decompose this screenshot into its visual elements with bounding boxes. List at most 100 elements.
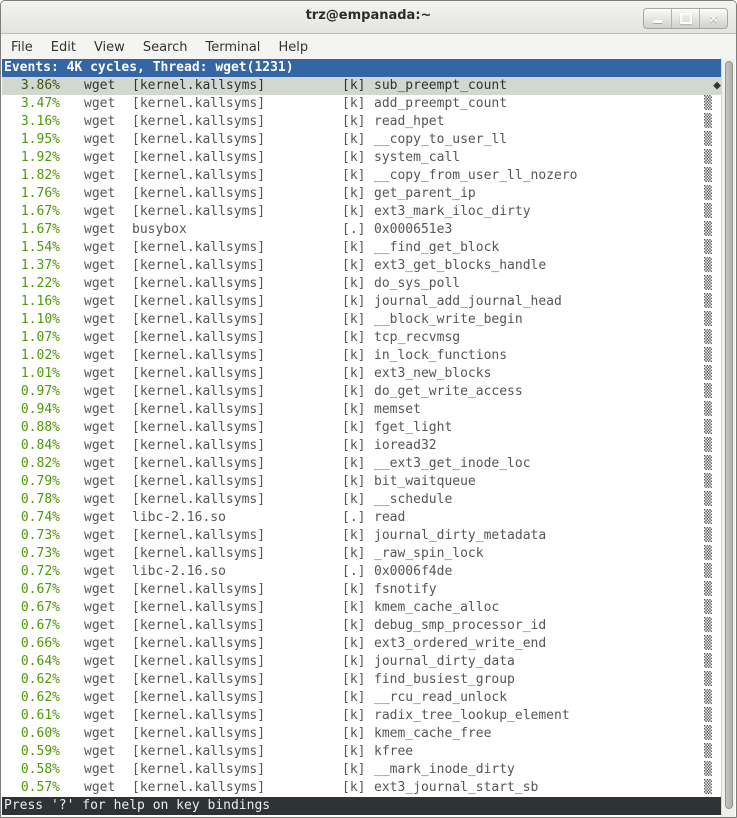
title-bar[interactable]: trz@empanada:~ ✕ xyxy=(1,1,736,34)
table-row[interactable]: 3.16% wget [kernel.kallsyms] [k] read_hp… xyxy=(2,113,721,131)
symbol-cell: ext3_ordered_write_end xyxy=(374,635,704,653)
table-row[interactable]: 1.01% wget [kernel.kallsyms] [k] ext3_ne… xyxy=(2,365,721,383)
table-row[interactable]: 1.76% wget [kernel.kallsyms] [k] get_par… xyxy=(2,185,721,203)
table-row[interactable]: 1.82% wget [kernel.kallsyms] [k] __copy_… xyxy=(2,167,721,185)
table-row[interactable]: 0.73% wget [kernel.kallsyms] [k] _raw_sp… xyxy=(2,545,721,563)
table-row[interactable]: 0.59% wget [kernel.kallsyms] [k] kfree ▒ xyxy=(2,743,721,761)
table-row[interactable]: 1.67% wget busybox [.] 0x000651e3 ▒ xyxy=(2,221,721,239)
command-cell: wget xyxy=(84,563,132,581)
menu-item-terminal[interactable]: Terminal xyxy=(196,36,269,59)
command-cell: wget xyxy=(84,365,132,383)
table-row[interactable]: 1.67% wget [kernel.kallsyms] [k] ext3_ma… xyxy=(2,203,721,221)
table-row[interactable]: 0.72% wget libc-2.16.so [.] 0x0006f4de ▒ xyxy=(2,563,721,581)
table-row[interactable]: 0.67% wget [kernel.kallsyms] [k] kmem_ca… xyxy=(2,599,721,617)
table-row[interactable]: 0.66% wget [kernel.kallsyms] [k] ext3_or… xyxy=(2,635,721,653)
symbol-cell: _raw_spin_lock xyxy=(374,545,704,563)
overhead-cell: 0.67% xyxy=(4,617,60,635)
symbol-cell: journal_add_journal_head xyxy=(374,293,704,311)
shared-object-cell: [kernel.kallsyms] xyxy=(132,581,342,599)
table-row[interactable]: 0.67% wget [kernel.kallsyms] [k] fsnotif… xyxy=(2,581,721,599)
table-row[interactable]: 0.62% wget [kernel.kallsyms] [k] __rcu_r… xyxy=(2,689,721,707)
overhead-cell: 1.10% xyxy=(4,311,60,329)
shared-object-cell: [kernel.kallsyms] xyxy=(132,779,342,797)
scrollbar-thumb[interactable] xyxy=(725,61,733,809)
table-row[interactable]: 0.57% wget [kernel.kallsyms] [k] ext3_jo… xyxy=(2,779,721,797)
table-row[interactable]: 3.86% wget [kernel.kallsyms] [k] sub_pre… xyxy=(2,77,721,95)
command-cell: wget xyxy=(84,167,132,185)
command-cell: wget xyxy=(84,635,132,653)
symbol-mode-cell: [k] xyxy=(342,635,374,653)
command-cell: wget xyxy=(84,725,132,743)
menu-item-edit[interactable]: Edit xyxy=(42,36,85,59)
symbol-mode-cell: [k] xyxy=(342,743,374,761)
overhead-cell: 1.67% xyxy=(4,221,60,239)
symbol-mode-cell: [k] xyxy=(342,167,374,185)
command-cell: wget xyxy=(84,257,132,275)
shared-object-cell: [kernel.kallsyms] xyxy=(132,761,342,779)
overhead-cell: 0.82% xyxy=(4,455,60,473)
table-row[interactable]: 0.97% wget [kernel.kallsyms] [k] do_get_… xyxy=(2,383,721,401)
table-row[interactable]: 3.47% wget [kernel.kallsyms] [k] add_pre… xyxy=(2,95,721,113)
menu-item-search[interactable]: Search xyxy=(134,36,197,59)
tui-scrollbar-cell: ▒ xyxy=(704,383,721,401)
table-row[interactable]: 1.22% wget [kernel.kallsyms] [k] do_sys_… xyxy=(2,275,721,293)
table-row[interactable]: 1.92% wget [kernel.kallsyms] [k] system_… xyxy=(2,149,721,167)
table-row[interactable]: 0.79% wget [kernel.kallsyms] [k] bit_wai… xyxy=(2,473,721,491)
tui-scrollbar-cell: ▒ xyxy=(704,563,721,581)
table-row[interactable]: 0.67% wget [kernel.kallsyms] [k] debug_s… xyxy=(2,617,721,635)
table-row[interactable]: 0.60% wget [kernel.kallsyms] [k] kmem_ca… xyxy=(2,725,721,743)
tui-scrollbar-cell: ▒ xyxy=(704,581,721,599)
table-row[interactable]: 1.10% wget [kernel.kallsyms] [k] __block… xyxy=(2,311,721,329)
menu-item-file[interactable]: File xyxy=(2,36,42,59)
command-cell: wget xyxy=(84,113,132,131)
table-row[interactable]: 1.54% wget [kernel.kallsyms] [k] __find_… xyxy=(2,239,721,257)
minimize-button[interactable] xyxy=(644,9,671,28)
tui-scrollbar-cell: ◆ xyxy=(704,77,721,95)
shared-object-cell: busybox xyxy=(132,221,342,239)
table-row[interactable]: 1.16% wget [kernel.kallsyms] [k] journal… xyxy=(2,293,721,311)
table-row[interactable]: 1.37% wget [kernel.kallsyms] [k] ext3_ge… xyxy=(2,257,721,275)
shared-object-cell: [kernel.kallsyms] xyxy=(132,743,342,761)
table-row[interactable]: 1.95% wget [kernel.kallsyms] [k] __copy_… xyxy=(2,131,721,149)
table-row[interactable]: 1.07% wget [kernel.kallsyms] [k] tcp_rec… xyxy=(2,329,721,347)
command-cell: wget xyxy=(84,95,132,113)
table-row[interactable]: 0.94% wget [kernel.kallsyms] [k] memset … xyxy=(2,401,721,419)
menu-item-view[interactable]: View xyxy=(85,36,134,59)
overhead-cell: 1.02% xyxy=(4,347,60,365)
menu-bar: FileEditViewSearchTerminalHelp xyxy=(1,34,736,60)
table-row[interactable]: 0.73% wget [kernel.kallsyms] [k] journal… xyxy=(2,527,721,545)
tui-scrollbar-cell: ▒ xyxy=(704,635,721,653)
symbol-cell: __ext3_get_inode_loc xyxy=(374,455,704,473)
table-row[interactable]: 0.78% wget [kernel.kallsyms] [k] __sched… xyxy=(2,491,721,509)
symbol-cell: fget_light xyxy=(374,419,704,437)
symbol-cell: ext3_get_blocks_handle xyxy=(374,257,704,275)
menu-item-help[interactable]: Help xyxy=(269,36,317,59)
table-row[interactable]: 0.62% wget [kernel.kallsyms] [k] find_bu… xyxy=(2,671,721,689)
table-row[interactable]: 0.74% wget libc-2.16.so [.] read ▒ xyxy=(2,509,721,527)
symbol-mode-cell: [k] xyxy=(342,383,374,401)
table-row[interactable]: 0.58% wget [kernel.kallsyms] [k] __mark_… xyxy=(2,761,721,779)
table-row[interactable]: 1.02% wget [kernel.kallsyms] [k] in_lock… xyxy=(2,347,721,365)
close-button[interactable]: ✕ xyxy=(699,9,727,28)
table-row[interactable]: 0.82% wget [kernel.kallsyms] [k] __ext3_… xyxy=(2,455,721,473)
symbol-mode-cell: [k] xyxy=(342,131,374,149)
tui-scrollbar-cell: ▒ xyxy=(704,365,721,383)
command-cell: wget xyxy=(84,743,132,761)
overhead-cell: 0.64% xyxy=(4,653,60,671)
overhead-cell: 3.16% xyxy=(4,113,60,131)
table-row[interactable]: 0.84% wget [kernel.kallsyms] [k] ioread3… xyxy=(2,437,721,455)
shared-object-cell: [kernel.kallsyms] xyxy=(132,95,342,113)
symbol-mode-cell: [k] xyxy=(342,671,374,689)
command-cell: wget xyxy=(84,347,132,365)
scrollbar-track[interactable] xyxy=(721,59,735,817)
overhead-cell: 0.74% xyxy=(4,509,60,527)
maximize-button[interactable] xyxy=(671,9,699,28)
tui-scrollbar-cell: ▒ xyxy=(704,149,721,167)
table-row[interactable]: 0.64% wget [kernel.kallsyms] [k] journal… xyxy=(2,653,721,671)
tui-scrollbar-cell: ▒ xyxy=(704,437,721,455)
table-row[interactable]: 0.88% wget [kernel.kallsyms] [k] fget_li… xyxy=(2,419,721,437)
symbol-mode-cell: [k] xyxy=(342,275,374,293)
overhead-cell: 0.84% xyxy=(4,437,60,455)
table-row[interactable]: 0.61% wget [kernel.kallsyms] [k] radix_t… xyxy=(2,707,721,725)
overhead-cell: 0.57% xyxy=(4,779,60,797)
